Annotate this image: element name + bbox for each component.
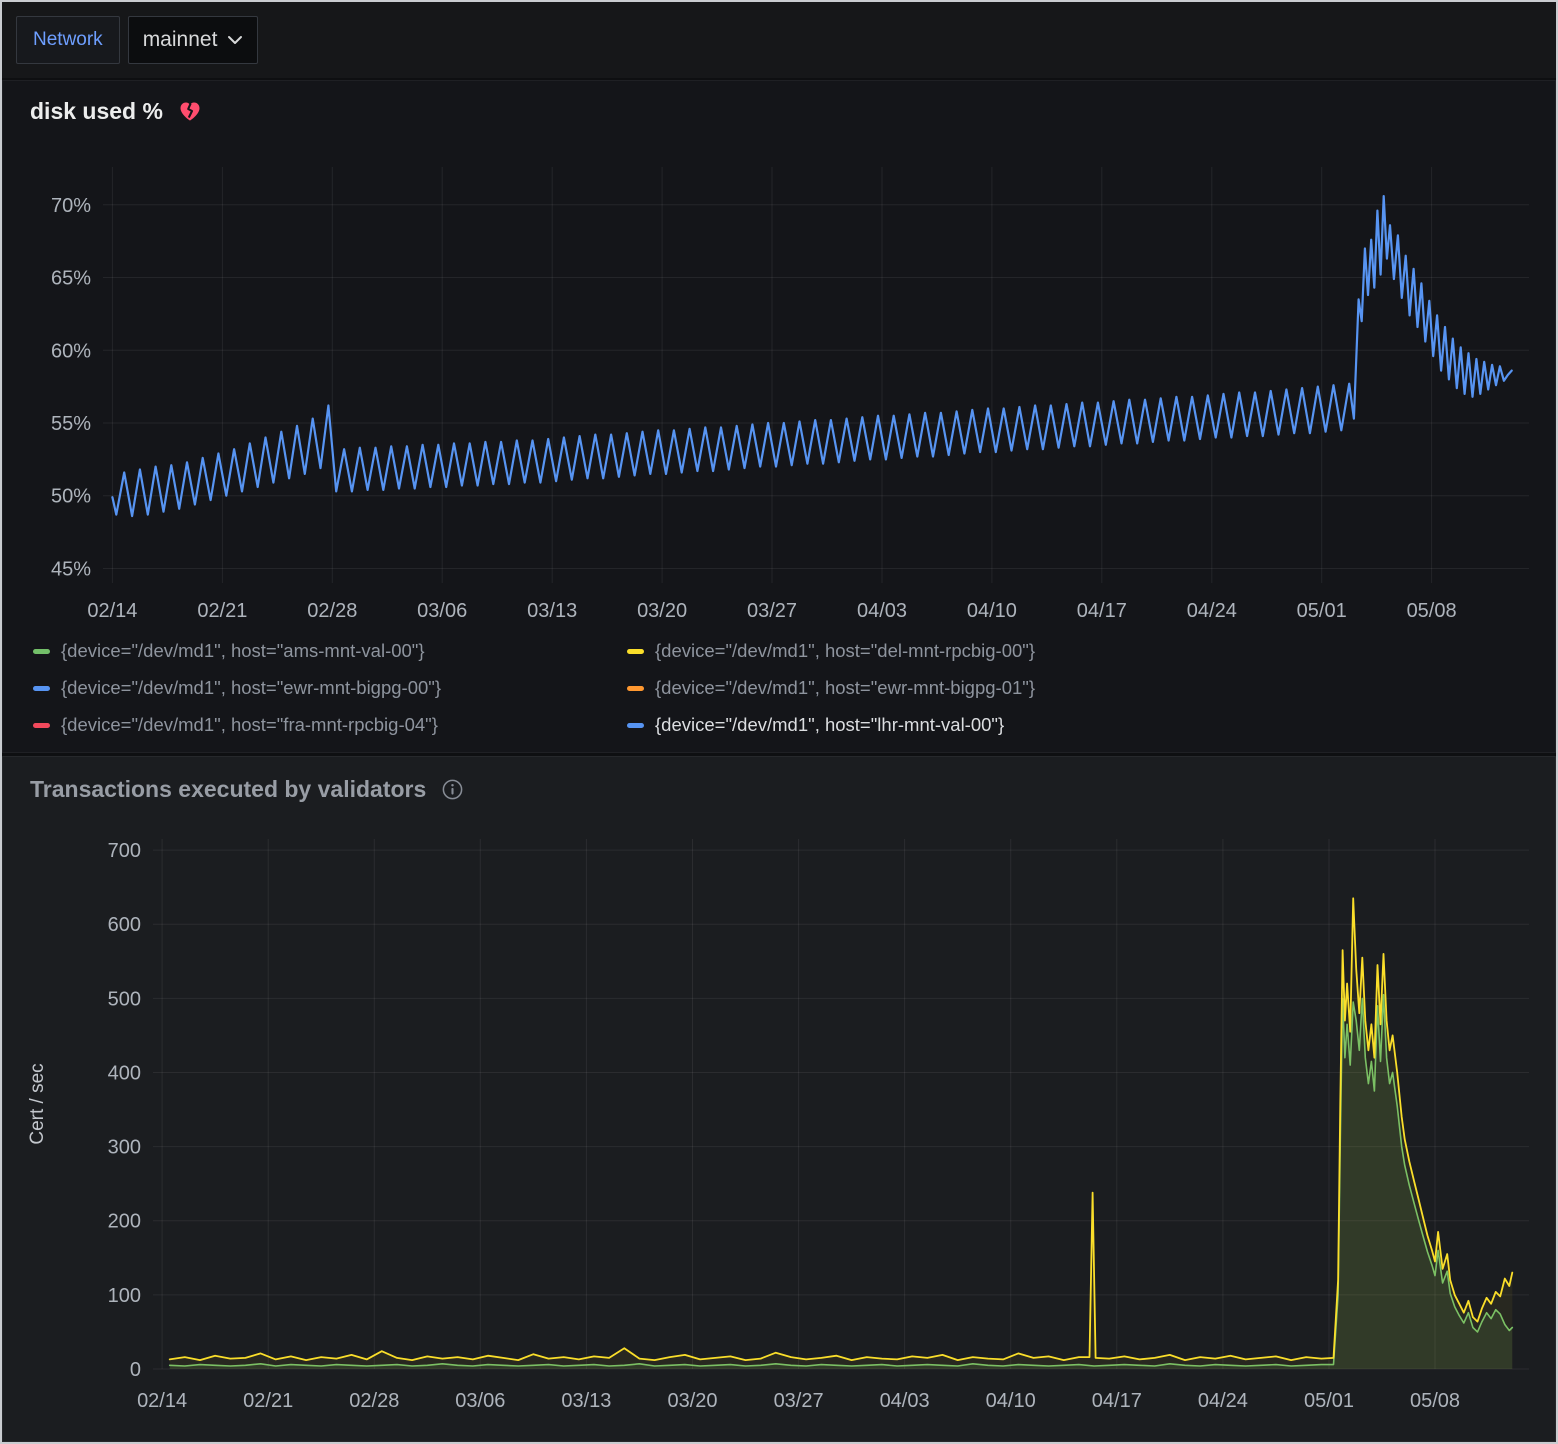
svg-text:05/08: 05/08	[1407, 600, 1457, 622]
svg-text:600: 600	[108, 914, 141, 936]
network-variable-label: Network	[16, 16, 120, 64]
panel-disk-header: disk used %	[3, 91, 1555, 131]
disk-used-chart[interactable]: 45% 50% 55% 60% 65% 70% 02/14 02/21 02/28 03/06 03…	[3, 131, 1557, 636]
panel-transactions-title[interactable]: Transactions executed by validators	[30, 776, 426, 803]
dashboard-page: Network mainnet disk used % 45% 50% 55% 60%…	[0, 0, 1558, 1444]
svg-text:03/27: 03/27	[747, 600, 797, 622]
info-circle-icon[interactable]	[441, 778, 464, 801]
svg-text:04/17: 04/17	[1077, 600, 1127, 622]
svg-text:04/10: 04/10	[967, 600, 1017, 622]
svg-text:65%: 65%	[51, 268, 91, 290]
svg-text:100: 100	[108, 1285, 141, 1307]
svg-text:02/14: 02/14	[137, 1390, 187, 1412]
legend-item-ewr-mnt-bigpg-00[interactable]: {device="/dev/md1", host="ewr-mnt-bigpg-…	[33, 677, 627, 699]
series-color-swatch	[33, 723, 50, 728]
series-color-swatch	[33, 649, 50, 654]
series-color-swatch	[627, 649, 644, 654]
panel-transactions-header: Transactions executed by validators	[3, 769, 1555, 809]
panel-disk-used: disk used % 45% 50% 55% 60% 65% 70% 02/14 02/21…	[2, 80, 1556, 753]
svg-text:400: 400	[108, 1063, 141, 1085]
svg-text:0: 0	[130, 1359, 141, 1381]
svg-text:02/28: 02/28	[307, 600, 357, 622]
svg-text:50%: 50%	[51, 486, 91, 508]
svg-text:05/08: 05/08	[1410, 1390, 1460, 1412]
svg-text:03/20: 03/20	[667, 1390, 717, 1412]
series-color-swatch	[627, 686, 644, 691]
svg-text:03/06: 03/06	[417, 600, 467, 622]
network-variable-dropdown[interactable]: mainnet	[128, 16, 259, 64]
disk-chart-legend: {device="/dev/md1", host="ams-mnt-val-00…	[3, 636, 1555, 752]
svg-text:02/28: 02/28	[349, 1390, 399, 1412]
svg-text:04/17: 04/17	[1092, 1390, 1142, 1412]
svg-text:03/06: 03/06	[455, 1390, 505, 1412]
svg-text:03/13: 03/13	[561, 1390, 611, 1412]
svg-text:03/13: 03/13	[527, 600, 577, 622]
legend-item-ewr-mnt-bigpg-01[interactable]: {device="/dev/md1", host="ewr-mnt-bigpg-…	[627, 677, 1545, 699]
svg-text:04/03: 04/03	[857, 600, 907, 622]
variables-bar: Network mainnet	[2, 2, 1556, 78]
svg-text:Cert / sec: Cert / sec	[27, 1063, 48, 1144]
svg-text:03/20: 03/20	[637, 600, 687, 622]
panel-transactions: Transactions executed by validators 0 100…	[2, 756, 1556, 1442]
legend-label: {device="/dev/md1", host="lhr-mnt-val-00…	[655, 714, 1004, 736]
legend-label: {device="/dev/md1", host="del-mnt-rpcbig…	[655, 640, 1035, 662]
legend-label: {device="/dev/md1", host="ewr-mnt-bigpg-…	[61, 677, 441, 699]
legend-label: {device="/dev/md1", host="ewr-mnt-bigpg-…	[655, 677, 1035, 699]
svg-text:200: 200	[108, 1211, 141, 1233]
svg-text:04/10: 04/10	[986, 1390, 1036, 1412]
svg-text:60%: 60%	[51, 340, 91, 362]
svg-text:55%: 55%	[51, 413, 91, 435]
alert-broken-heart-icon	[178, 100, 202, 122]
chevron-down-icon	[227, 35, 243, 45]
svg-text:04/24: 04/24	[1198, 1390, 1248, 1412]
transactions-chart[interactable]: 0 100 200 300 400 500 600 700 02/14 02/21 02/28 03/…	[3, 809, 1557, 1421]
svg-text:45%: 45%	[51, 559, 91, 581]
svg-text:03/27: 03/27	[774, 1390, 824, 1412]
legend-item-fra-mnt-rpcbig-04[interactable]: {device="/dev/md1", host="fra-mnt-rpcbig…	[33, 714, 627, 736]
svg-text:300: 300	[108, 1137, 141, 1159]
svg-text:05/01: 05/01	[1304, 1390, 1354, 1412]
legend-item-del-mnt-rpcbig-00[interactable]: {device="/dev/md1", host="del-mnt-rpcbig…	[627, 640, 1545, 662]
legend-label: {device="/dev/md1", host="fra-mnt-rpcbig…	[61, 714, 438, 736]
svg-text:700: 700	[108, 840, 141, 862]
svg-text:500: 500	[108, 988, 141, 1010]
svg-text:04/03: 04/03	[880, 1390, 930, 1412]
legend-label: {device="/dev/md1", host="ams-mnt-val-00…	[61, 640, 425, 662]
series-color-swatch	[627, 723, 644, 728]
svg-text:02/21: 02/21	[243, 1390, 293, 1412]
svg-text:02/21: 02/21	[197, 600, 247, 622]
legend-item-ams-mnt-val-00[interactable]: {device="/dev/md1", host="ams-mnt-val-00…	[33, 640, 627, 662]
network-variable-value: mainnet	[143, 28, 218, 52]
svg-text:05/01: 05/01	[1297, 600, 1347, 622]
svg-text:04/24: 04/24	[1187, 600, 1237, 622]
svg-text:70%: 70%	[51, 195, 91, 217]
panel-disk-title[interactable]: disk used %	[30, 98, 163, 125]
series-color-swatch	[33, 686, 50, 691]
legend-item-lhr-mnt-val-00[interactable]: {device="/dev/md1", host="lhr-mnt-val-00…	[627, 714, 1545, 736]
svg-text:02/14: 02/14	[87, 600, 137, 622]
